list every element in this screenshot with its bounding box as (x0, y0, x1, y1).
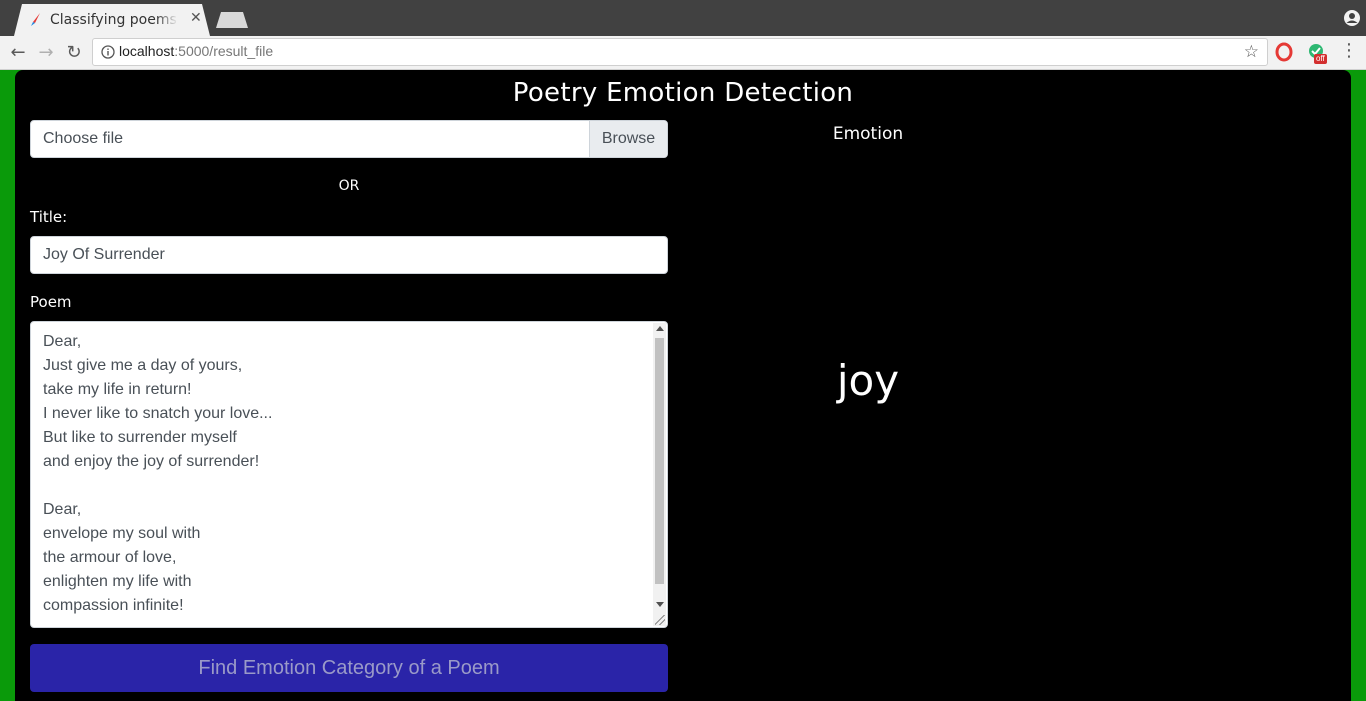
file-input-placeholder: Choose file (43, 130, 124, 147)
emotion-result: joy (836, 356, 900, 405)
extension-off-badge: off (1314, 54, 1327, 64)
page-background: Poetry Emotion Detection Choose file Bro… (0, 70, 1366, 701)
url-text: localhost:5000/result_file (119, 43, 273, 59)
poem-scrollbar[interactable] (653, 323, 666, 626)
browser-tab-bar: Classifying poems by emotion ✕ (0, 0, 1366, 36)
resize-handle-icon[interactable] (655, 615, 665, 625)
opera-extension-icon[interactable] (1274, 42, 1294, 62)
scroll-down-arrow-icon[interactable] (656, 602, 664, 607)
browser-toolbar: ← → ↻ localhost:5000/result_file ☆ (0, 36, 1366, 70)
tab-title: Classifying poems by emotion (50, 12, 178, 28)
scroll-up-arrow-icon[interactable] (656, 326, 664, 331)
grammar-extension-icon[interactable]: off (1306, 42, 1327, 64)
url-host: localhost (119, 43, 175, 59)
poem-label: Poem (30, 293, 72, 311)
poem-textarea[interactable]: Dear, Just give me a day of yours, take … (30, 321, 668, 628)
new-tab-button[interactable] (216, 12, 248, 28)
main-panel: Poetry Emotion Detection Choose file Bro… (15, 70, 1351, 701)
title-input[interactable] (30, 236, 668, 274)
find-emotion-button[interactable]: Find Emotion Category of a Poem (30, 644, 668, 692)
info-icon[interactable] (101, 45, 115, 59)
poem-text: Dear, Just give me a day of yours, take … (43, 333, 273, 614)
forward-arrow-icon[interactable]: → (35, 42, 57, 64)
browser-menu-icon[interactable]: ⋮ (1340, 42, 1358, 62)
browse-button[interactable]: Browse (589, 121, 667, 157)
browser-tab[interactable]: Classifying poems by emotion ✕ (14, 4, 210, 36)
back-arrow-icon[interactable]: ← (7, 42, 29, 64)
title-label: Title: (30, 208, 68, 226)
url-path: :5000/result_file (174, 43, 274, 59)
scroll-thumb[interactable] (655, 338, 664, 584)
bookmark-star-icon[interactable]: ☆ (1244, 42, 1259, 62)
profile-icon[interactable] (1343, 9, 1361, 27)
reload-icon[interactable]: ↻ (63, 42, 85, 64)
feather-favicon-icon (31, 13, 40, 26)
page-title: Poetry Emotion Detection (512, 78, 854, 108)
emotion-heading: Emotion (832, 124, 904, 144)
address-bar[interactable]: localhost:5000/result_file ☆ (92, 38, 1268, 66)
or-divider-text: OR (338, 178, 360, 194)
tab-close-icon[interactable]: ✕ (190, 10, 202, 26)
file-input[interactable]: Choose file Browse (30, 120, 668, 158)
